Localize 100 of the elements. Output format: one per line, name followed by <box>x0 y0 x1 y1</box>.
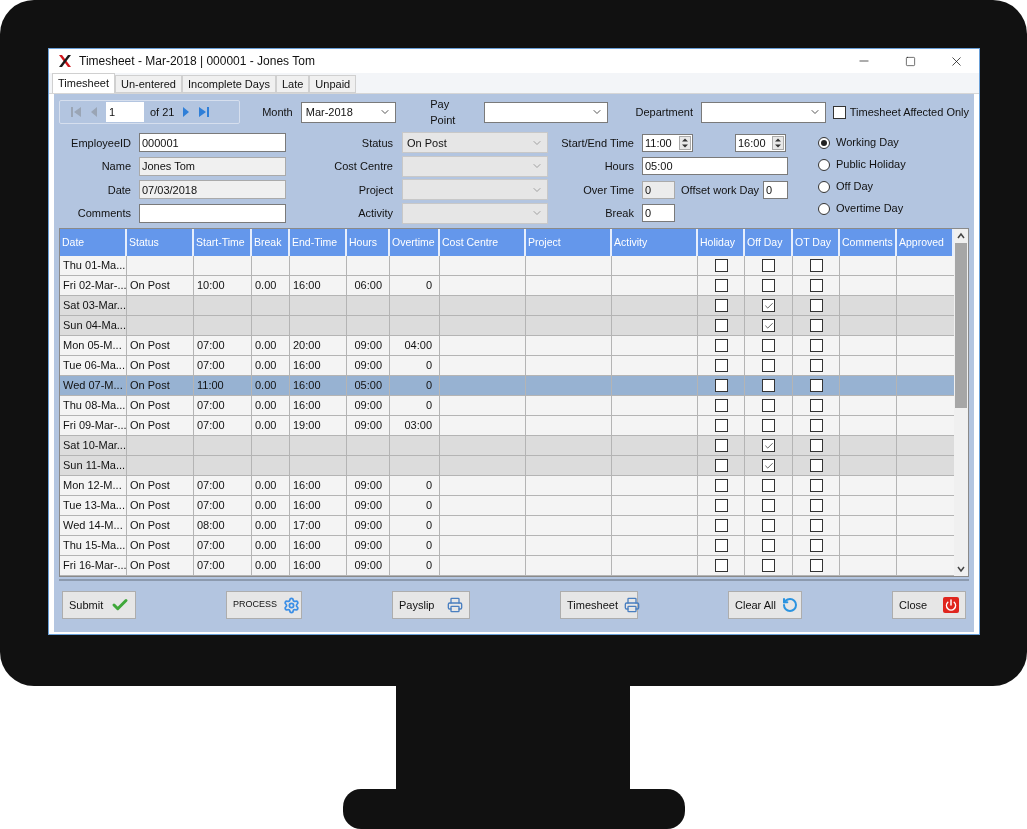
checkbox[interactable] <box>714 279 728 292</box>
checkbox[interactable] <box>809 499 823 512</box>
checkbox[interactable] <box>809 259 823 272</box>
table-row[interactable]: Tue 06-Ma... On Post 07:00 0.00 16:00 09:00 0 <box>60 356 954 376</box>
checkbox[interactable] <box>714 459 728 472</box>
table-row[interactable]: Sat 03-Mar... <box>60 296 954 316</box>
checkbox[interactable] <box>809 459 823 472</box>
checkbox[interactable] <box>809 519 823 532</box>
table-row[interactable]: Fri 02-Mar-... On Post 10:00 0.00 16:00 06:00 0 <box>60 276 954 296</box>
checkbox[interactable] <box>714 359 728 372</box>
checkbox[interactable] <box>762 259 775 272</box>
checkbox[interactable] <box>714 519 728 532</box>
department-dropdown[interactable] <box>701 101 826 123</box>
checkbox[interactable] <box>809 539 823 552</box>
checkbox[interactable] <box>762 299 775 312</box>
input-field[interactable]: 0 <box>642 180 675 199</box>
checkbox[interactable] <box>809 559 823 572</box>
input-field[interactable]: 0 <box>642 204 675 223</box>
checkbox[interactable] <box>714 499 728 512</box>
checkbox[interactable] <box>714 539 728 552</box>
radio-button[interactable] <box>818 136 830 149</box>
checkbox[interactable] <box>809 439 823 452</box>
table-row[interactable]: Thu 08-Ma... On Post 07:00 0.00 16:00 09:00 0 <box>60 396 954 416</box>
table-row[interactable]: Thu 01-Ma... <box>60 256 954 276</box>
end-time-spinner[interactable]: 16:00 <box>735 133 786 152</box>
checkbox[interactable] <box>809 479 823 492</box>
checkbox[interactable] <box>809 319 823 332</box>
table-row[interactable]: Wed 14-M... On Post 08:00 0.00 17:00 09:00 0 <box>60 516 954 536</box>
input-field[interactable]: 05:00 <box>642 157 788 176</box>
tab[interactable]: Un-entered <box>114 75 182 93</box>
checkbox[interactable] <box>714 379 728 392</box>
table-row[interactable]: Mon 12-M... On Post 07:00 0.00 16:00 09:00 0 <box>60 476 954 496</box>
checkbox[interactable] <box>762 419 775 432</box>
input-field[interactable] <box>139 203 286 223</box>
spin-arrows-icon[interactable] <box>679 135 691 150</box>
month-dropdown[interactable]: Mar-2018 <box>300 101 397 123</box>
checkbox[interactable] <box>832 105 846 119</box>
input-field[interactable]: 07/03/2018 <box>139 180 286 200</box>
checkbox[interactable] <box>762 479 775 492</box>
record-position-field[interactable]: 1 <box>106 102 144 122</box>
input-field[interactable]: Jones Tom <box>139 156 286 176</box>
table-row[interactable]: Mon 05-M... On Post 07:00 0.00 20:00 09:00 04:00 <box>60 336 954 356</box>
checkbox[interactable] <box>714 439 728 452</box>
spin-arrows-icon[interactable] <box>772 135 784 150</box>
radio-button[interactable] <box>818 158 830 171</box>
table-row[interactable]: Sat 10-Mar... <box>60 436 954 456</box>
checkbox[interactable] <box>809 279 823 292</box>
tab[interactable]: Timesheet <box>52 73 115 93</box>
checkbox[interactable] <box>762 399 775 412</box>
checkbox[interactable] <box>714 419 728 432</box>
checkbox[interactable] <box>714 339 728 352</box>
vertical-scrollbar[interactable] <box>954 229 968 576</box>
action-button[interactable]: Clear All <box>728 591 802 619</box>
checkbox[interactable] <box>762 319 775 332</box>
dropdown[interactable]: On Post <box>402 132 548 154</box>
table-row[interactable]: Thu 15-Ma... On Post 07:00 0.00 16:00 09:00 0 <box>60 536 954 556</box>
checkbox[interactable] <box>714 319 728 332</box>
input-field[interactable]: 000001 <box>139 133 286 153</box>
checkbox[interactable] <box>714 559 728 572</box>
tab[interactable]: Incomplete Days <box>182 75 276 93</box>
checkbox[interactable] <box>762 559 775 572</box>
checkbox[interactable] <box>762 439 775 452</box>
radio-button[interactable] <box>818 180 830 193</box>
tab[interactable]: Late <box>275 75 310 93</box>
input-field[interactable]: 0 <box>763 180 789 199</box>
action-button[interactable]: Payslip <box>392 591 470 619</box>
table-row[interactable]: Tue 13-Ma... On Post 07:00 0.00 16:00 09:00 0 <box>60 496 954 516</box>
checkbox[interactable] <box>714 399 728 412</box>
checkbox[interactable] <box>809 379 823 392</box>
checkbox[interactable] <box>762 339 775 352</box>
action-button[interactable]: Submit <box>62 591 136 619</box>
action-button[interactable]: PROCESS <box>226 591 302 619</box>
table-row[interactable]: Wed 07-M... On Post 11:00 0.00 16:00 05:00 0 <box>60 376 954 396</box>
checkbox[interactable] <box>714 479 728 492</box>
checkbox[interactable] <box>762 459 775 472</box>
checkbox[interactable] <box>762 379 775 392</box>
checkbox[interactable] <box>809 339 823 352</box>
checkbox[interactable] <box>809 419 823 432</box>
table-row[interactable]: Sun 04-Ma... <box>60 316 954 336</box>
radio-button[interactable] <box>818 202 830 215</box>
checkbox[interactable] <box>762 539 775 552</box>
checkbox[interactable] <box>714 259 728 272</box>
pay-point-dropdown[interactable] <box>483 101 608 123</box>
table-row[interactable]: Fri 09-Mar-... On Post 07:00 0.00 19:00 09:00 03:00 <box>60 416 954 436</box>
checkbox[interactable] <box>762 279 775 292</box>
checkmark-icon <box>763 320 774 331</box>
checkbox[interactable] <box>762 359 775 372</box>
tab[interactable]: Unpaid <box>309 75 357 93</box>
checkbox[interactable] <box>714 299 728 312</box>
checkbox[interactable] <box>762 519 775 532</box>
checkbox[interactable] <box>809 359 823 372</box>
action-button[interactable]: Close <box>892 591 966 619</box>
start-time-spinner[interactable]: 11:00 <box>642 133 693 152</box>
scrollbar-thumb[interactable] <box>955 243 967 408</box>
checkbox[interactable] <box>809 299 823 312</box>
table-row[interactable]: Sun 11-Ma... <box>60 456 954 476</box>
checkbox[interactable] <box>809 399 823 412</box>
checkbox[interactable] <box>762 499 775 512</box>
table-row[interactable]: Fri 16-Mar-... On Post 07:00 0.00 16:00 09:00 0 <box>60 556 954 576</box>
action-button[interactable]: Timesheet <box>560 591 638 619</box>
